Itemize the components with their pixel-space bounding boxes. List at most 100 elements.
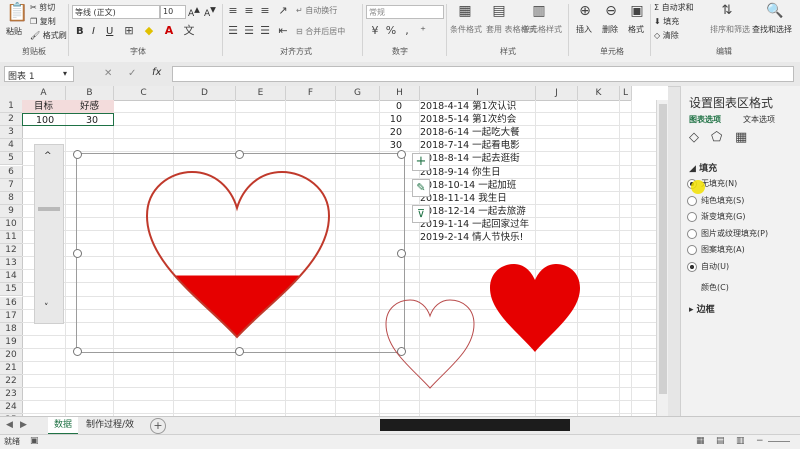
normal-view-icon[interactable]: ▦ <box>696 436 705 446</box>
row-header-18[interactable]: 18 <box>0 322 23 336</box>
timeline-entry[interactable]: 2018-8-14 一起去逛街 <box>420 153 520 165</box>
page-break-icon[interactable]: ▥ <box>736 436 745 446</box>
sort-filter-icon[interactable]: ⇅ <box>718 4 736 22</box>
chart-area[interactable] <box>73 150 406 356</box>
align-right-icon[interactable]: ☰ <box>258 24 272 38</box>
cell-style-button[interactable]: 单元格样式 <box>522 24 562 35</box>
phonetic-icon[interactable]: 文 <box>182 24 196 38</box>
sheet-tab-data[interactable]: 数据 <box>48 417 78 435</box>
row-header-21[interactable]: 21 <box>0 362 23 376</box>
timeline-entry[interactable]: 2019-2-14 情人节快乐! <box>420 232 524 244</box>
vertical-scrollbar-thumb[interactable] <box>659 104 667 394</box>
column-header-a[interactable]: A <box>22 86 66 101</box>
timeline-entry[interactable]: 2018-5-14 第1次约会 <box>420 114 516 126</box>
fill-option-radio[interactable] <box>687 195 697 206</box>
format-painter-button[interactable]: 🖌 格式刷 <box>30 30 67 41</box>
row-header-8[interactable]: 8 <box>0 191 23 205</box>
row-header-1[interactable]: 1 <box>0 100 23 114</box>
indent-icon[interactable]: ⇤ <box>276 24 290 38</box>
timeline-entry[interactable]: 2018-4-14 第1次认识 <box>420 101 516 113</box>
fill-option-label[interactable]: 渐变填充(G) <box>701 211 745 222</box>
effects-icon[interactable]: ⬠ <box>711 130 722 145</box>
size-properties-icon[interactable]: ▦ <box>735 130 747 145</box>
resize-handle[interactable] <box>73 249 82 258</box>
row-header-16[interactable]: 16 <box>0 296 23 310</box>
copy-button[interactable]: ❐ 复制 <box>30 16 56 27</box>
find-select-button[interactable]: 查找和选择 <box>752 24 792 35</box>
column-header-l[interactable]: L <box>620 86 632 101</box>
filled-heart-shape[interactable] <box>488 260 582 354</box>
resize-handle[interactable] <box>235 150 244 159</box>
column-header-d[interactable]: D <box>174 86 236 101</box>
timeline-entry[interactable]: 2018-11-14 我生日 <box>420 193 507 205</box>
timeline-entry[interactable]: 2018-6-14 一起吃大餐 <box>420 127 520 139</box>
increase-decimal-icon[interactable]: ⁺ <box>416 24 430 38</box>
scrollbar-thumb[interactable] <box>38 207 60 211</box>
font-color-icon[interactable]: A <box>162 24 176 38</box>
italic-button[interactable]: I <box>92 26 95 37</box>
fill-option-label[interactable]: 图案填充(A) <box>701 244 745 255</box>
underline-button[interactable]: U <box>106 26 113 37</box>
row-header-7[interactable]: 7 <box>0 178 23 192</box>
column-header-b[interactable]: B <box>66 86 114 101</box>
align-top-icon[interactable]: ≡ <box>226 4 240 18</box>
table-format-icon[interactable]: ▤ <box>490 4 508 22</box>
row-header-24[interactable]: 24 <box>0 401 23 415</box>
row-header-2[interactable]: 2 <box>0 113 23 127</box>
cut-button[interactable]: ✂ 剪切 <box>30 2 55 13</box>
cell-h2[interactable]: 10 <box>388 114 402 126</box>
row-header-23[interactable]: 23 <box>0 388 23 402</box>
align-middle-icon[interactable]: ≡ <box>242 4 256 18</box>
row-header-10[interactable]: 10 <box>0 217 23 231</box>
border-icon[interactable]: ⊞ <box>122 24 136 38</box>
column-header-k[interactable]: K <box>578 86 620 101</box>
orientation-icon[interactable]: ↗ <box>276 4 290 18</box>
cancel-icon[interactable]: ✕ <box>104 68 112 79</box>
column-header-i[interactable]: I <box>420 86 536 101</box>
delete-icon[interactable]: ⊖ <box>602 4 620 22</box>
fill-button[interactable]: ⬇ 填充 <box>654 16 679 27</box>
name-box[interactable]: 图表 1 ▾ <box>4 66 74 82</box>
worksheet-grid[interactable]: ABCDEFGHIJKL 1 2 3 4 5 6 7 8 9 10 11 12 13 14 15 16 17 18… <box>0 86 668 416</box>
outline-heart-shape[interactable] <box>382 296 478 392</box>
clear-button[interactable]: ◇ 清除 <box>654 30 679 41</box>
fill-option-radio[interactable] <box>687 261 697 272</box>
delete-button[interactable]: 删除 <box>602 24 618 35</box>
timeline-entry[interactable]: 2018-10-14 一起加班 <box>420 180 516 192</box>
resize-handle[interactable] <box>73 347 82 356</box>
cell-h1[interactable]: 0 <box>388 101 402 113</box>
merge-center-button[interactable]: ⊟ 合并后居中 <box>296 26 345 37</box>
zoom-out-icon[interactable]: − <box>756 436 764 446</box>
row-header-15[interactable]: 15 <box>0 283 23 297</box>
fill-option-radio[interactable] <box>687 245 697 255</box>
row-header-19[interactable]: 19 <box>0 335 23 349</box>
decrease-font-icon[interactable]: A▼ <box>204 5 216 19</box>
fill-option-radio[interactable] <box>687 228 697 239</box>
timeline-entry[interactable]: 2018-7-14 一起看电影 <box>420 140 520 152</box>
align-center-icon[interactable]: ☰ <box>242 24 256 38</box>
column-header-h[interactable]: H <box>380 86 420 101</box>
cell-b2[interactable]: 30 <box>86 115 98 127</box>
row-header-9[interactable]: 9 <box>0 204 23 218</box>
function-icon[interactable]: fx <box>152 67 161 78</box>
comma-icon[interactable]: , <box>400 24 414 38</box>
chart-filter-icon[interactable]: ⊽ <box>412 205 430 223</box>
conditional-format-button[interactable]: 条件格式 <box>450 24 482 35</box>
row-header-17[interactable]: 17 <box>0 309 23 323</box>
font-name-select[interactable]: 等线 (正文) <box>72 5 160 19</box>
row-header-11[interactable]: 11 <box>0 231 23 245</box>
row-header-4[interactable]: 4 <box>0 139 23 153</box>
column-header-j[interactable]: J <box>536 86 578 101</box>
insert-icon[interactable]: ⊕ <box>576 4 594 22</box>
chart-style-brush-icon[interactable]: ✎ <box>412 179 430 197</box>
timeline-entry[interactable]: 2019-1-14 一起回家过年 <box>420 219 529 231</box>
enter-icon[interactable]: ✓ <box>128 68 136 79</box>
chart-elements-plus-icon[interactable]: + <box>412 153 430 171</box>
font-size-select[interactable]: 10 <box>160 5 186 19</box>
select-all-corner[interactable] <box>0 86 23 101</box>
tab-text-options[interactable]: 文本选项 <box>743 114 775 125</box>
timeline-entry[interactable]: 2018-9-14 你生日 <box>420 167 501 179</box>
column-header-e[interactable]: E <box>236 86 286 101</box>
page-layout-icon[interactable]: ▤ <box>716 436 725 446</box>
find-select-icon[interactable]: 🔍 <box>766 4 784 22</box>
